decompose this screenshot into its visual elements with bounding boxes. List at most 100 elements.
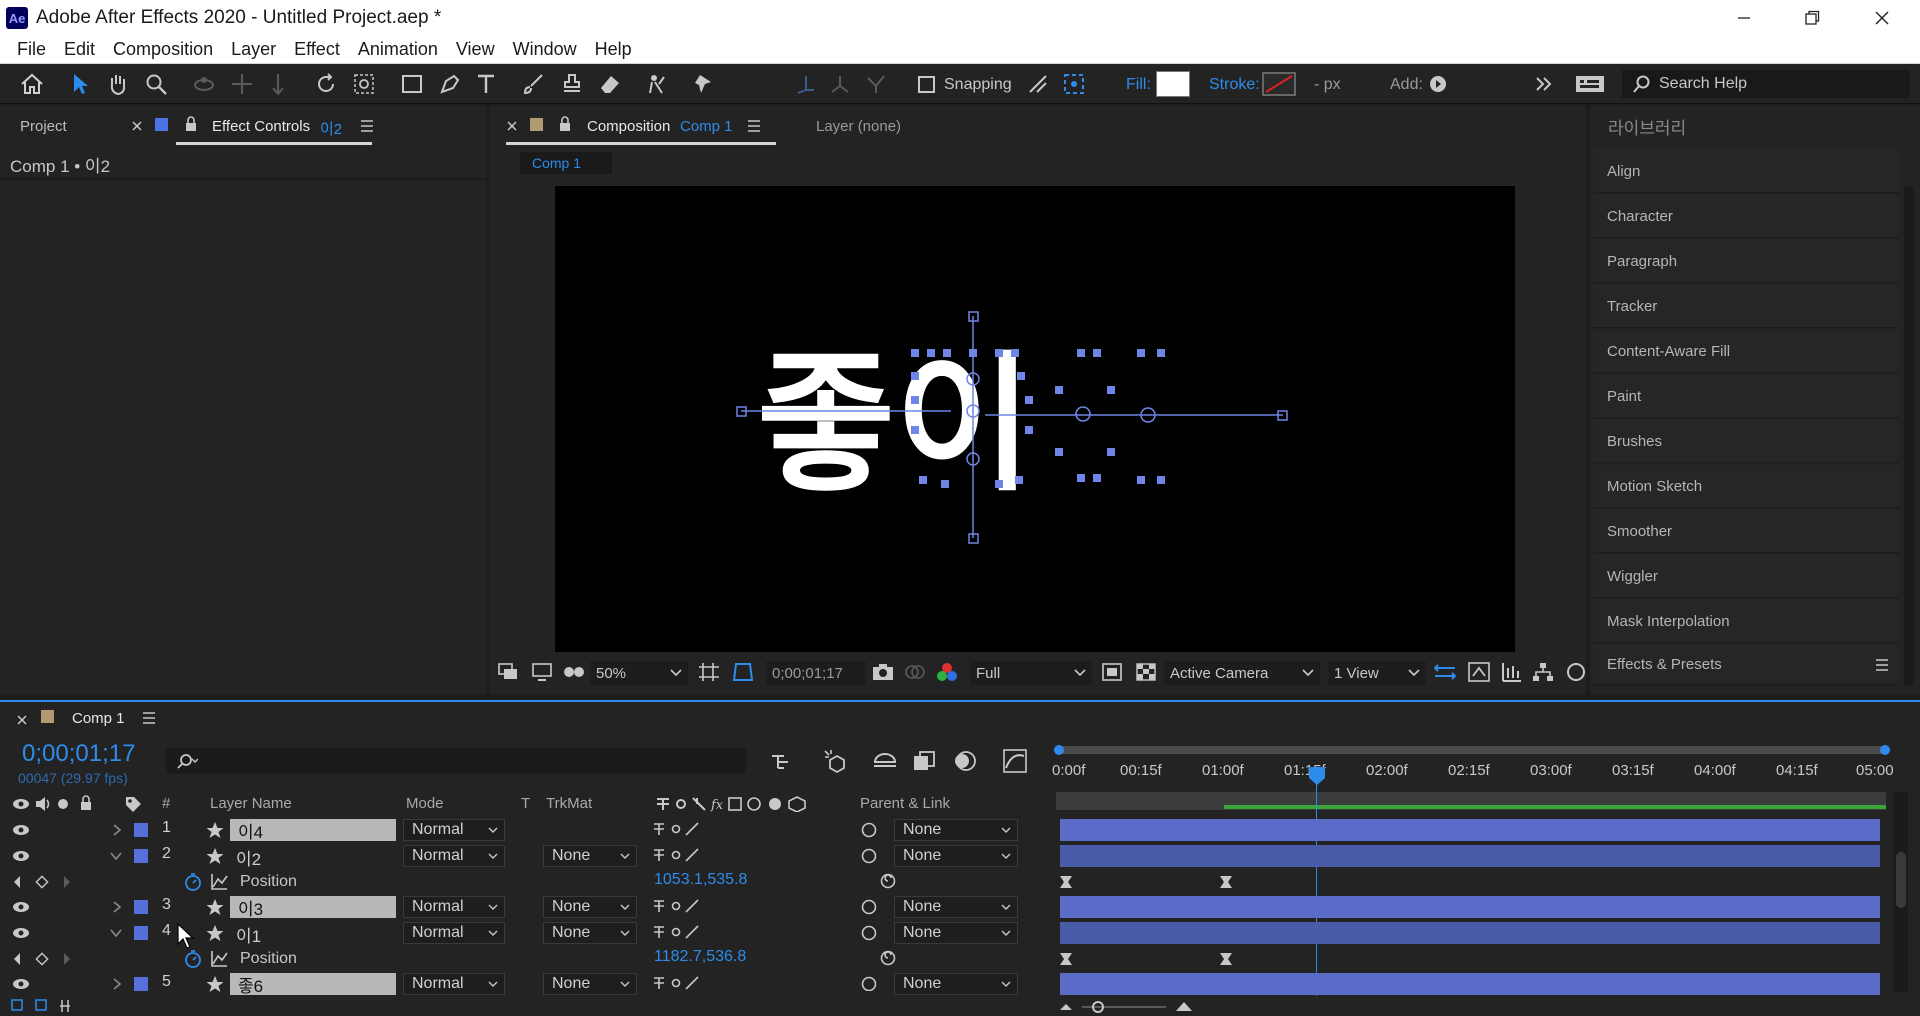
minimize-button[interactable]: [1710, 0, 1778, 36]
navigator-start-handle[interactable]: [1054, 745, 1064, 755]
clone-stamp-tool[interactable]: [558, 70, 586, 98]
position-property-row-4[interactable]: Position 1182.7,536.8: [0, 946, 1050, 971]
camera-view-dropdown[interactable]: Active Camera: [1164, 661, 1320, 685]
panel-brushes[interactable]: Brushes: [1593, 420, 1899, 463]
panel-effects-presets[interactable]: Effects & Presets: [1593, 645, 1899, 685]
menu-composition[interactable]: Composition: [104, 39, 222, 60]
dolly-camera-tool[interactable]: [264, 70, 292, 98]
roto-brush-tool[interactable]: [644, 70, 672, 98]
rectangle-tool[interactable]: [398, 70, 426, 98]
layer-trkmat-3[interactable]: None: [543, 896, 637, 918]
panel-content-aware-fill[interactable]: Content-Aware Fill: [1593, 330, 1899, 373]
align-tool-2[interactable]: [826, 70, 854, 98]
add-property-button[interactable]: [1424, 70, 1452, 98]
layer-parent-2[interactable]: None: [894, 845, 1018, 867]
menu-effect[interactable]: Effect: [285, 39, 349, 60]
menu-help[interactable]: Help: [586, 39, 641, 60]
time-navigator[interactable]: [1054, 745, 1890, 755]
layer-parent-5[interactable]: None: [894, 973, 1018, 995]
timeline-current-time[interactable]: 0;00;01;17: [22, 740, 135, 768]
panel-wiggler[interactable]: Wiggler: [1593, 555, 1899, 598]
layer-name-1[interactable]: 이4: [230, 819, 396, 842]
selection-tool[interactable]: [66, 70, 94, 98]
zoom-tool[interactable]: [142, 70, 170, 98]
panel-smoother[interactable]: Smoother: [1593, 510, 1899, 553]
navigator-end-handle[interactable]: [1880, 745, 1890, 755]
snap-options-button[interactable]: [1024, 70, 1052, 98]
layer-bar-5[interactable]: [1060, 973, 1880, 995]
anchor-point-tool[interactable]: [350, 70, 378, 98]
stroke-swatch[interactable]: [1262, 72, 1296, 96]
align-tool-3[interactable]: [862, 70, 890, 98]
layer-mode-5[interactable]: Normal: [403, 973, 505, 995]
right-panel-scrollbar[interactable]: [1904, 186, 1914, 686]
layer-label-color[interactable]: [134, 977, 148, 991]
layer-search-field[interactable]: [166, 748, 746, 774]
timeline-scrollbar-thumb[interactable]: [1896, 852, 1906, 908]
timeline-scrollbar[interactable]: [1894, 792, 1908, 992]
layer-row-4[interactable]: 4 이1: [0, 920, 1050, 947]
menu-animation[interactable]: Animation: [349, 39, 447, 60]
layer-label-color[interactable]: [134, 900, 148, 914]
rotation-tool[interactable]: [312, 70, 340, 98]
comp-navigator-tab[interactable]: Comp 1: [520, 152, 612, 174]
position-property-row-2[interactable]: Position 1053.1,535.8: [0, 869, 1050, 894]
tab-project[interactable]: Project: [20, 118, 67, 135]
panel-tracker[interactable]: Tracker: [1593, 285, 1899, 328]
current-time-field[interactable]: 0;00;01;17: [766, 661, 866, 685]
layer-name-2[interactable]: 이2: [236, 845, 261, 870]
work-area-bar[interactable]: [1056, 792, 1886, 810]
menu-file[interactable]: File: [8, 39, 55, 60]
layer-label-color[interactable]: [134, 823, 148, 837]
timeline-tab-comp[interactable]: Comp 1: [72, 710, 125, 727]
menu-layer[interactable]: Layer: [222, 39, 285, 60]
layer-row-3[interactable]: 3: [0, 894, 1050, 919]
panel-align[interactable]: Align: [1593, 150, 1899, 193]
menu-view[interactable]: View: [447, 39, 504, 60]
tab-composition[interactable]: Composition: [587, 118, 670, 135]
eraser-tool[interactable]: [596, 70, 624, 98]
layer-mode-4[interactable]: Normal: [403, 922, 505, 944]
layer-bar-2[interactable]: [1060, 845, 1880, 867]
column-layer-name[interactable]: Layer Name: [210, 795, 292, 812]
layer-parent-4[interactable]: None: [894, 922, 1018, 944]
layer-parent-1[interactable]: None: [894, 819, 1018, 841]
layer-label-color[interactable]: [134, 849, 148, 863]
workspace-button[interactable]: [1574, 70, 1606, 98]
fill-swatch[interactable]: [1156, 71, 1190, 97]
align-tool-1[interactable]: [792, 70, 820, 98]
layer-trkmat-4[interactable]: None: [543, 922, 637, 944]
layer-row-2[interactable]: 2 이2: [0, 843, 1050, 870]
close-window-button[interactable]: [1848, 0, 1916, 36]
puppet-tool[interactable]: [690, 70, 718, 98]
layer-name-4[interactable]: 이1: [236, 922, 261, 947]
composition-viewer[interactable]: 좋이: [555, 186, 1515, 652]
layer-bar-3[interactable]: [1060, 896, 1880, 918]
panel-paragraph[interactable]: Paragraph: [1593, 240, 1899, 283]
type-tool[interactable]: [472, 70, 500, 98]
layer-bar-4[interactable]: [1060, 922, 1880, 944]
panel-motion-sketch[interactable]: Motion Sketch: [1593, 465, 1899, 508]
layer-name-5[interactable]: 좋6: [230, 973, 396, 996]
layer-label-color[interactable]: [134, 926, 148, 940]
pen-tool[interactable]: [436, 70, 464, 98]
tab-effect-controls[interactable]: Effect Controls: [212, 118, 310, 135]
panel-mask-interpolation[interactable]: Mask Interpolation: [1593, 600, 1899, 643]
panel-character[interactable]: Character: [1593, 195, 1899, 238]
layer-mode-3[interactable]: Normal: [403, 896, 505, 918]
orbit-camera-tool[interactable]: [190, 70, 218, 98]
resolution-dropdown[interactable]: Full: [970, 661, 1092, 685]
view-layout-dropdown[interactable]: 1 View: [1328, 661, 1426, 685]
libraries-panel-title[interactable]: 라이브러리: [1608, 114, 1686, 139]
search-help-field[interactable]: Search Help: [1622, 70, 1910, 98]
layer-row-5[interactable]: 5: [0, 971, 1050, 996]
layer-trkmat-2[interactable]: None: [543, 845, 637, 867]
snapping-checkbox[interactable]: [918, 76, 935, 93]
workspace-overflow-button[interactable]: [1530, 70, 1558, 98]
hand-tool[interactable]: [104, 70, 132, 98]
layer-row-1[interactable]: 1: [0, 817, 1050, 842]
brush-tool[interactable]: [520, 70, 548, 98]
panel-paint[interactable]: Paint: [1593, 375, 1899, 418]
layer-name-3[interactable]: 이3: [230, 896, 396, 919]
pan-camera-tool[interactable]: [228, 70, 256, 98]
